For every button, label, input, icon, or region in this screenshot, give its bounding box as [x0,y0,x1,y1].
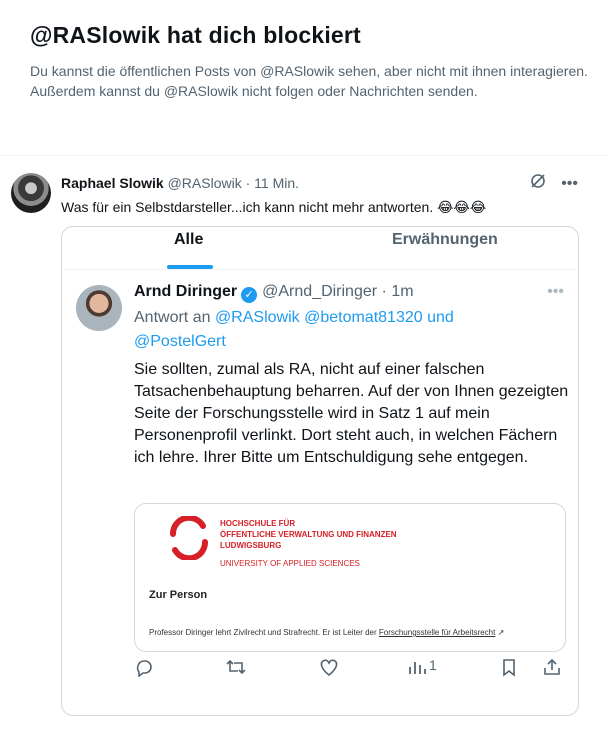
reply-handle[interactable]: @Arnd_Diringer [262,283,377,300]
tab-mentions[interactable]: Erwähnungen [392,231,498,249]
org-name: HOCHSCHULE FÜR ÖFFENTLICHE VERWALTUNG UN… [220,518,397,551]
mention-raslowik[interactable]: @RASlowik [215,309,300,326]
verified-badge-icon: ✓ [241,287,258,303]
timestamp[interactable]: 11 Min. [254,175,299,191]
mention-postelgert[interactable]: @PostelGert [134,333,226,350]
card-section-title: Zur Person [149,589,208,601]
reply-icon[interactable] [134,657,154,677]
share-icon[interactable] [542,657,562,677]
org-line-2: ÖFFENTLICHE VERWALTUNG UND FINANZEN [220,530,397,539]
tab-all[interactable]: Alle [174,231,203,249]
reply-text: Sie sollten, zumal als RA, nicht auf ein… [134,361,569,466]
tweet-header: Raphael Slowik @RASlowik · 11 Min. [61,175,299,191]
block-description: Du kannst die öffentlichen Posts von @RA… [30,63,588,99]
author-handle[interactable]: @RASlowik [168,175,242,191]
block-title: @RASlowik hat dich blockiert [30,22,361,48]
separator: · [245,175,251,191]
org-line-3: LUDWIGSBURG [220,541,282,550]
views-count: 1 [429,657,437,673]
action-bar: 1 [134,657,574,687]
reply-separator: · [381,283,387,300]
reply-more-icon[interactable]: ••• [547,283,564,301]
block-notice: @RASlowik hat dich blockiert Du kannst d… [30,22,590,101]
card-description-text: Professor Diringer lehrt Zivilrecht und … [149,628,379,637]
reply-to-line: Antwort an @RASlowik @betomat81320 und @… [134,306,534,354]
card-description: Professor Diringer lehrt Zivilrecht und … [149,628,504,637]
embedded-screenshot[interactable]: Alle Erwähnungen Arnd Diringer ✓ @Arnd_Dir… [61,226,579,716]
bookmark-icon[interactable] [500,657,518,677]
reply-to-prefix: Antwort an [134,309,211,326]
org-subtitle: UNIVERSITY OF APPLIED SCIENCES [220,559,360,568]
divider [0,155,608,156]
card-link[interactable]: Forschungsstelle für Arbeitsrecht [379,628,496,637]
grok-icon[interactable] [529,172,547,195]
reply-timestamp[interactable]: 1m [391,283,413,300]
views-icon[interactable]: 1 [407,657,437,677]
mention-betomat[interactable]: @betomat81320 [304,309,423,326]
org-line-1: HOCHSCHULE FÜR [220,519,296,528]
active-tab-indicator [167,265,213,269]
university-logo-icon [169,516,209,560]
reply-author-name[interactable]: Arnd Diringer [134,283,237,300]
more-icon[interactable]: ••• [561,175,578,193]
repost-icon[interactable] [225,657,247,677]
avatar[interactable] [11,173,51,213]
external-link-icon: ↗ [497,628,505,637]
like-icon[interactable] [318,657,340,677]
author-name[interactable]: Raphael Slowik [61,175,164,191]
tab-bar: Alle Erwähnungen [62,227,578,270]
link-card[interactable]: HOCHSCHULE FÜR ÖFFENTLICHE VERWALTUNG UN… [134,503,566,652]
reply-header: Arnd Diringer ✓ @Arnd_Diringer · 1m [134,283,414,303]
reply-avatar[interactable] [76,285,122,331]
tweet-text: Was für ein Selbstdarsteller...ich kann … [61,199,487,215]
tweet-icons: ••• [529,172,578,195]
mention-and: und [427,309,454,326]
